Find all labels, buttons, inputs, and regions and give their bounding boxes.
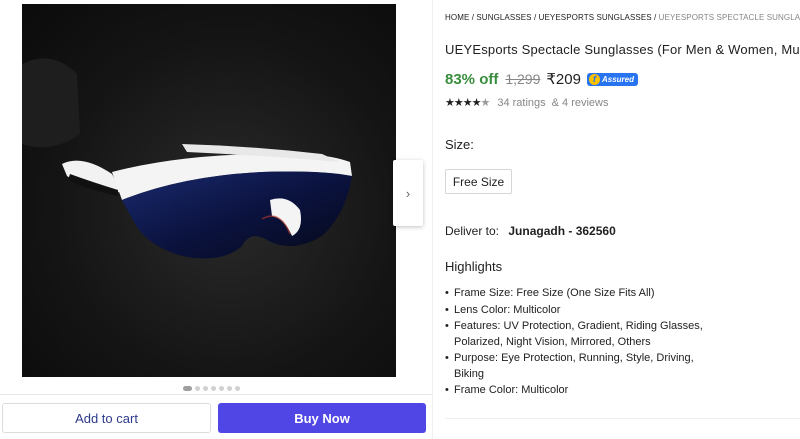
chevron-right-icon: › <box>405 185 411 201</box>
delivery-info[interactable]: Deliver to: Junagadh - 362560 <box>445 224 616 238</box>
highlight-item: Purpose: Eye Protection, Running, Style,… <box>445 351 705 382</box>
breadcrumb-separator: / <box>531 13 539 22</box>
pagination-dot[interactable] <box>235 386 240 391</box>
deliver-label: Deliver to: <box>445 224 500 238</box>
product-image[interactable] <box>22 4 396 377</box>
size-option-free-size[interactable]: Free Size <box>445 169 512 194</box>
breadcrumb-sunglasses[interactable]: SUNGLASSES <box>476 13 531 22</box>
breadcrumb-ueyesports[interactable]: UEYESPORTS SUNGLASSES <box>539 13 652 22</box>
rating-row[interactable]: ★★★★★ 34 ratings & 4 reviews <box>445 96 609 110</box>
discount-percent: 83% off <box>445 70 499 88</box>
highlight-item: Frame Color: Multicolor <box>445 383 705 399</box>
divider <box>432 0 433 439</box>
divider <box>445 418 800 419</box>
breadcrumb-current: UEYESPORTS SPECTACLE SUNGLASSES (F... <box>658 13 800 22</box>
sunglasses-image <box>22 58 352 259</box>
breadcrumb-home[interactable]: HOME <box>445 13 469 22</box>
pagination-dot[interactable] <box>183 386 192 391</box>
breadcrumb-separator: / <box>651 13 659 22</box>
highlight-item: Frame Size: Free Size (One Size Fits All… <box>445 286 705 302</box>
divider <box>0 394 432 395</box>
image-pagination <box>183 386 240 391</box>
pagination-dot[interactable] <box>203 386 208 391</box>
buy-now-button[interactable]: Buy Now <box>218 403 426 433</box>
pagination-dot[interactable] <box>211 386 216 391</box>
star-rating-icon: ★★★★★ <box>445 97 490 109</box>
reviews-count[interactable]: & 4 reviews <box>552 97 609 109</box>
pagination-dot[interactable] <box>195 386 200 391</box>
delivery-location[interactable]: Junagadh - 362560 <box>508 224 615 238</box>
assured-label: Assured <box>601 74 634 84</box>
highlight-item: Features: UV Protection, Gradient, Ridin… <box>445 319 705 350</box>
assured-icon: f <box>588 73 600 85</box>
highlight-item: Lens Color: Multicolor <box>445 303 705 319</box>
price-row: 83% off 1,299 ₹209 f Assured <box>445 70 638 88</box>
add-to-cart-button[interactable]: Add to cart <box>2 403 211 433</box>
highlights-title: Highlights <box>445 259 503 274</box>
pagination-dot[interactable] <box>219 386 224 391</box>
ratings-count[interactable]: 34 ratings <box>497 97 545 109</box>
size-label: Size: <box>445 137 474 152</box>
original-price: 1,299 <box>505 71 541 87</box>
pagination-dot[interactable] <box>227 386 232 391</box>
breadcrumb: HOME / SUNGLASSES / UEYESPORTS SUNGLASSE… <box>445 13 800 22</box>
highlights-list: Frame Size: Free Size (One Size Fits All… <box>445 286 705 400</box>
selling-price: ₹209 <box>546 71 581 88</box>
next-image-button[interactable]: › <box>393 160 423 226</box>
assured-badge: f Assured <box>586 72 638 86</box>
product-title: UEYEsports Spectacle Sunglasses (For Men… <box>445 42 800 57</box>
